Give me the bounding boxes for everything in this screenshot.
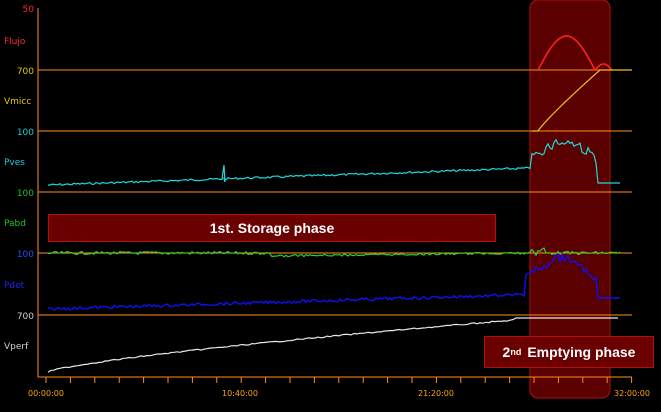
scale-label-pves: 100 [17, 128, 34, 138]
channel-label-vperf: Vperf [4, 342, 29, 352]
channel-label-pves: Pves [4, 158, 25, 168]
storage-phase-label: 1st. Storage phase [48, 214, 496, 242]
channel-label-vmicc: Vmicc [4, 97, 31, 107]
emptying-phase-superscript: nd [510, 347, 522, 357]
emptying-phase-label: 2nd Emptying phase [484, 336, 654, 368]
scale-label-pdet: 100 [17, 250, 34, 260]
x-tick-label: 00:00:00 [28, 389, 64, 398]
x-tick-label: 10:40:00 [222, 389, 258, 398]
x-tick-label: 32:00:00 [614, 389, 650, 398]
storage-phase-text: 1st. Storage phase [209, 220, 335, 236]
emptying-phase-text: Emptying phase [527, 344, 636, 360]
channel-label-pdet: Pdet [4, 281, 25, 291]
scale-label-flujo: 50 [23, 5, 35, 15]
emptying-phase-number: 2 [502, 344, 511, 360]
x-tick-label: 21:20:00 [418, 389, 454, 398]
scale-label-vperf: 700 [17, 312, 34, 322]
scale-label-pabd: 100 [17, 189, 34, 199]
channel-label-pabd: Pabd [4, 219, 26, 229]
scale-label-vmicc: 700 [17, 67, 34, 77]
channel-label-flujo: Flujo [4, 37, 26, 47]
